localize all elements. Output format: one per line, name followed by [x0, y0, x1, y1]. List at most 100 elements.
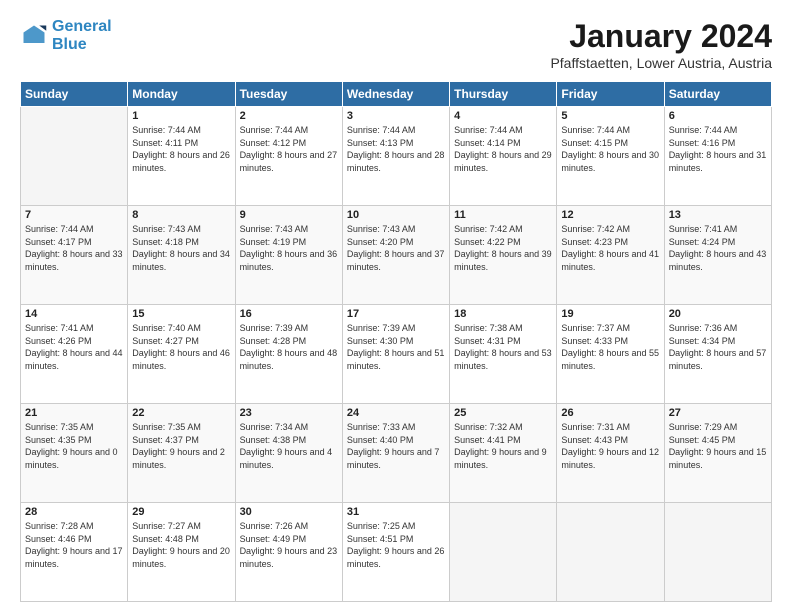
day-cell [21, 107, 128, 206]
day-info: Sunrise: 7:43 AMSunset: 4:18 PMDaylight:… [132, 223, 230, 273]
day-number: 7 [25, 209, 123, 221]
day-number: 14 [25, 308, 123, 320]
logo-line1: General [52, 18, 112, 35]
day-number: 24 [347, 407, 445, 419]
day-info: Sunrise: 7:44 AMSunset: 4:12 PMDaylight:… [240, 124, 338, 174]
header-cell-friday: Friday [557, 82, 664, 107]
day-cell: 4Sunrise: 7:44 AMSunset: 4:14 PMDaylight… [450, 107, 557, 206]
day-cell: 10Sunrise: 7:43 AMSunset: 4:20 PMDayligh… [342, 206, 449, 305]
week-row-4: 28 Sunrise: 7:28 AMSunset: 4:46 PMDayligh… [21, 503, 772, 602]
day-cell: 23 Sunrise: 7:34 AMSunset: 4:38 PMDayligh… [235, 404, 342, 503]
day-number: 23 [240, 407, 338, 419]
day-number: 9 [240, 209, 338, 221]
day-cell: 14 Sunrise: 7:41 AMSunset: 4:26 PMDayligh… [21, 305, 128, 404]
day-info: Sunrise: 7:35 AMSunset: 4:35 PMDaylight:… [25, 421, 123, 471]
day-info: Sunrise: 7:31 AMSunset: 4:43 PMDaylight:… [561, 421, 659, 471]
week-row-3: 21 Sunrise: 7:35 AMSunset: 4:35 PMDayligh… [21, 404, 772, 503]
day-info: Sunrise: 7:44 AMSunset: 4:16 PMDaylight:… [669, 124, 767, 174]
day-info: Sunrise: 7:44 AMSunset: 4:11 PMDaylight:… [132, 124, 230, 174]
day-info: Sunrise: 7:40 AMSunset: 4:27 PMDaylight:… [132, 322, 230, 372]
day-number: 5 [561, 110, 659, 122]
day-number: 19 [561, 308, 659, 320]
title-block: January 2024 Pfaffstaetten, Lower Austri… [550, 18, 772, 71]
day-cell: 15 Sunrise: 7:40 AMSunset: 4:27 PMDayligh… [128, 305, 235, 404]
logo-line2: Blue [52, 36, 87, 53]
day-number: 15 [132, 308, 230, 320]
day-number: 4 [454, 110, 552, 122]
day-info: Sunrise: 7:26 AMSunset: 4:49 PMDaylight:… [240, 520, 338, 570]
week-row-2: 14 Sunrise: 7:41 AMSunset: 4:26 PMDayligh… [21, 305, 772, 404]
day-info: Sunrise: 7:41 AMSunset: 4:24 PMDaylight:… [669, 223, 767, 273]
header-cell-thursday: Thursday [450, 82, 557, 107]
day-number: 6 [669, 110, 767, 122]
day-number: 3 [347, 110, 445, 122]
day-number: 18 [454, 308, 552, 320]
day-info: Sunrise: 7:34 AMSunset: 4:38 PMDaylight:… [240, 421, 338, 471]
header-cell-saturday: Saturday [664, 82, 771, 107]
day-info: Sunrise: 7:25 AMSunset: 4:51 PMDaylight:… [347, 520, 445, 570]
header-cell-monday: Monday [128, 82, 235, 107]
logo-text: General Blue [52, 18, 112, 53]
day-cell: 8 Sunrise: 7:43 AMSunset: 4:18 PMDaylight… [128, 206, 235, 305]
day-cell: 20 Sunrise: 7:36 AMSunset: 4:34 PMDayligh… [664, 305, 771, 404]
day-number: 17 [347, 308, 445, 320]
day-info: Sunrise: 7:43 AMSunset: 4:19 PMDaylight:… [240, 223, 338, 273]
day-number: 31 [347, 506, 445, 518]
day-cell: 31 Sunrise: 7:25 AMSunset: 4:51 PMDayligh… [342, 503, 449, 602]
calendar-table: SundayMondayTuesdayWednesdayThursdayFrid… [20, 81, 772, 602]
day-cell: 27Sunrise: 7:29 AMSunset: 4:45 PMDayligh… [664, 404, 771, 503]
day-cell: 29 Sunrise: 7:27 AMSunset: 4:48 PMDayligh… [128, 503, 235, 602]
day-number: 12 [561, 209, 659, 221]
day-number: 29 [132, 506, 230, 518]
day-cell: 13 Sunrise: 7:41 AMSunset: 4:24 PMDayligh… [664, 206, 771, 305]
day-info: Sunrise: 7:44 AMSunset: 4:13 PMDaylight:… [347, 124, 445, 174]
week-row-0: 1 Sunrise: 7:44 AMSunset: 4:11 PMDaylight… [21, 107, 772, 206]
header: General Blue January 2024 Pfaffstaetten,… [20, 18, 772, 71]
page: General Blue January 2024 Pfaffstaetten,… [0, 0, 792, 612]
day-number: 11 [454, 209, 552, 221]
day-info: Sunrise: 7:39 AMSunset: 4:30 PMDaylight:… [347, 322, 445, 372]
day-number: 1 [132, 110, 230, 122]
day-number: 30 [240, 506, 338, 518]
day-number: 28 [25, 506, 123, 518]
day-cell: 17 Sunrise: 7:39 AMSunset: 4:30 PMDayligh… [342, 305, 449, 404]
day-cell [664, 503, 771, 602]
day-info: Sunrise: 7:41 AMSunset: 4:26 PMDaylight:… [25, 322, 123, 372]
day-cell: 25Sunrise: 7:32 AMSunset: 4:41 PMDayligh… [450, 404, 557, 503]
day-number: 13 [669, 209, 767, 221]
day-cell: 21 Sunrise: 7:35 AMSunset: 4:35 PMDayligh… [21, 404, 128, 503]
day-cell: 12Sunrise: 7:42 AMSunset: 4:23 PMDayligh… [557, 206, 664, 305]
day-info: Sunrise: 7:32 AMSunset: 4:41 PMDaylight:… [454, 421, 552, 471]
day-cell: 26 Sunrise: 7:31 AMSunset: 4:43 PMDayligh… [557, 404, 664, 503]
day-cell [450, 503, 557, 602]
day-info: Sunrise: 7:44 AMSunset: 4:15 PMDaylight:… [561, 124, 659, 174]
day-cell: 24 Sunrise: 7:33 AMSunset: 4:40 PMDayligh… [342, 404, 449, 503]
day-cell: 9 Sunrise: 7:43 AMSunset: 4:19 PMDaylight… [235, 206, 342, 305]
logo-icon [20, 22, 48, 50]
day-cell: 16Sunrise: 7:39 AMSunset: 4:28 PMDayligh… [235, 305, 342, 404]
day-number: 8 [132, 209, 230, 221]
day-info: Sunrise: 7:42 AMSunset: 4:22 PMDaylight:… [454, 223, 552, 273]
day-cell: 5 Sunrise: 7:44 AMSunset: 4:15 PMDaylight… [557, 107, 664, 206]
week-row-1: 7Sunrise: 7:44 AMSunset: 4:17 PMDaylight… [21, 206, 772, 305]
day-number: 21 [25, 407, 123, 419]
day-info: Sunrise: 7:35 AMSunset: 4:37 PMDaylight:… [132, 421, 230, 471]
day-info: Sunrise: 7:36 AMSunset: 4:34 PMDaylight:… [669, 322, 767, 372]
day-info: Sunrise: 7:33 AMSunset: 4:40 PMDaylight:… [347, 421, 445, 471]
day-cell: 6 Sunrise: 7:44 AMSunset: 4:16 PMDaylight… [664, 107, 771, 206]
day-number: 26 [561, 407, 659, 419]
day-info: Sunrise: 7:38 AMSunset: 4:31 PMDaylight:… [454, 322, 552, 372]
day-cell [557, 503, 664, 602]
header-cell-wednesday: Wednesday [342, 82, 449, 107]
day-info: Sunrise: 7:28 AMSunset: 4:46 PMDaylight:… [25, 520, 123, 570]
day-info: Sunrise: 7:37 AMSunset: 4:33 PMDaylight:… [561, 322, 659, 372]
logo: General Blue [20, 18, 112, 53]
day-info: Sunrise: 7:29 AMSunset: 4:45 PMDaylight:… [669, 421, 767, 471]
day-number: 20 [669, 308, 767, 320]
day-cell: 1 Sunrise: 7:44 AMSunset: 4:11 PMDaylight… [128, 107, 235, 206]
calendar-subtitle: Pfaffstaetten, Lower Austria, Austria [550, 55, 772, 71]
day-cell: 30 Sunrise: 7:26 AMSunset: 4:49 PMDayligh… [235, 503, 342, 602]
day-cell: 19 Sunrise: 7:37 AMSunset: 4:33 PMDayligh… [557, 305, 664, 404]
day-info: Sunrise: 7:27 AMSunset: 4:48 PMDaylight:… [132, 520, 230, 570]
day-cell: 18 Sunrise: 7:38 AMSunset: 4:31 PMDayligh… [450, 305, 557, 404]
